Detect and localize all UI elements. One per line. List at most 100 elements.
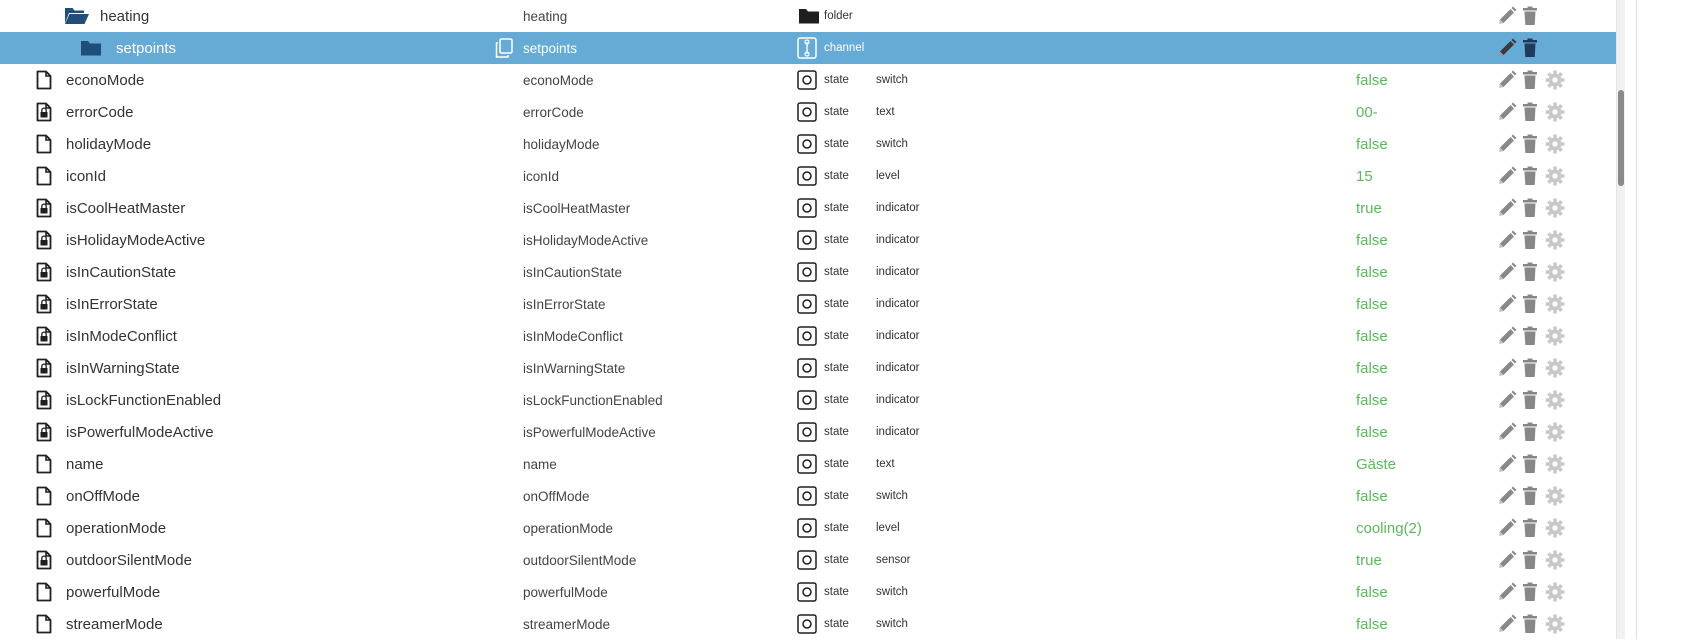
tree-row-name[interactable]: name name state text Gäste	[0, 448, 1616, 480]
tree-row-isPowerfulModeActive[interactable]: isPowerfulModeActive isPowerfulModeActive…	[0, 416, 1616, 448]
object-value[interactable]: false	[1356, 384, 1388, 416]
edit-icon[interactable]	[1497, 224, 1517, 256]
object-value[interactable]: false	[1356, 256, 1388, 288]
gear-icon[interactable]	[1545, 448, 1565, 480]
edit-icon[interactable]	[1497, 96, 1517, 128]
delete-icon[interactable]	[1522, 160, 1538, 192]
object-value[interactable]: false	[1356, 352, 1388, 384]
tree-row-holidayMode[interactable]: holidayMode holidayMode state switch false	[0, 128, 1616, 160]
tree-row-operationMode[interactable]: operationMode operationMode state level cool…	[0, 512, 1616, 544]
copy-icon[interactable]	[495, 32, 513, 64]
edit-icon[interactable]	[1497, 384, 1517, 416]
object-value[interactable]: 00-	[1356, 96, 1378, 128]
delete-icon[interactable]	[1522, 224, 1538, 256]
tree-row-setpoints[interactable]: setpoints setpoints channel	[0, 32, 1616, 64]
tree-row-streamerMode[interactable]: streamerMode streamerMode state switch false	[0, 608, 1616, 640]
object-value[interactable]: true	[1356, 544, 1382, 576]
delete-icon[interactable]	[1522, 192, 1538, 224]
tree-row-iconId[interactable]: iconId iconId state level 15	[0, 160, 1616, 192]
delete-icon[interactable]	[1522, 64, 1538, 96]
gear-icon[interactable]	[1545, 288, 1565, 320]
edit-icon[interactable]	[1497, 512, 1517, 544]
delete-icon[interactable]	[1522, 512, 1538, 544]
gear-icon[interactable]	[1545, 608, 1565, 640]
delete-icon[interactable]	[1522, 480, 1538, 512]
gear-icon[interactable]	[1545, 576, 1565, 608]
delete-icon[interactable]	[1522, 0, 1538, 32]
object-value[interactable]: false	[1356, 480, 1388, 512]
edit-icon[interactable]	[1497, 160, 1517, 192]
delete-icon[interactable]	[1522, 544, 1538, 576]
tree-row-errorCode[interactable]: errorCode errorCode state text 00-	[0, 96, 1616, 128]
tree-row-econoMode[interactable]: econoMode econoMode state switch false	[0, 64, 1616, 96]
edit-icon[interactable]	[1497, 128, 1517, 160]
scrollbar-thumb[interactable]	[1618, 90, 1624, 186]
gear-icon[interactable]	[1545, 416, 1565, 448]
edit-icon[interactable]	[1497, 480, 1517, 512]
object-value[interactable]: false	[1356, 608, 1388, 640]
gear-icon[interactable]	[1545, 384, 1565, 416]
gear-icon[interactable]	[1545, 160, 1565, 192]
gear-icon[interactable]	[1545, 192, 1565, 224]
object-value[interactable]: false	[1356, 288, 1388, 320]
delete-icon[interactable]	[1522, 256, 1538, 288]
object-value[interactable]: false	[1356, 320, 1388, 352]
gear-icon[interactable]	[1545, 64, 1565, 96]
gear-icon[interactable]	[1545, 480, 1565, 512]
edit-icon[interactable]	[1497, 320, 1517, 352]
object-value[interactable]: 15	[1356, 160, 1373, 192]
tree-row-isCoolHeatMaster[interactable]: isCoolHeatMaster isCoolHeatMaster state ind…	[0, 192, 1616, 224]
tree-row-outdoorSilentMode[interactable]: outdoorSilentMode outdoorSilentMode state s…	[0, 544, 1616, 576]
edit-icon[interactable]	[1497, 608, 1517, 640]
edit-icon[interactable]	[1497, 544, 1517, 576]
gear-icon[interactable]	[1545, 128, 1565, 160]
object-value[interactable]: false	[1356, 224, 1388, 256]
edit-icon[interactable]	[1497, 288, 1517, 320]
tree-row-isInErrorState[interactable]: isInErrorState isInErrorState state indicat…	[0, 288, 1616, 320]
gear-icon[interactable]	[1545, 224, 1565, 256]
edit-icon[interactable]	[1497, 352, 1517, 384]
gear-icon[interactable]	[1545, 352, 1565, 384]
file-lock-icon	[36, 96, 52, 128]
edit-icon[interactable]	[1497, 64, 1517, 96]
gear-icon[interactable]	[1545, 512, 1565, 544]
tree-row-isInModeConflict[interactable]: isInModeConflict isInModeConflict state ind…	[0, 320, 1616, 352]
delete-icon[interactable]	[1522, 416, 1538, 448]
edit-icon[interactable]	[1497, 0, 1517, 32]
delete-icon[interactable]	[1522, 608, 1538, 640]
edit-icon[interactable]	[1497, 256, 1517, 288]
delete-icon[interactable]	[1522, 352, 1538, 384]
delete-icon[interactable]	[1522, 96, 1538, 128]
tree-row-heating[interactable]: heating heating folder	[0, 0, 1616, 32]
object-value[interactable]: false	[1356, 64, 1388, 96]
delete-icon[interactable]	[1522, 448, 1538, 480]
delete-icon[interactable]	[1522, 288, 1538, 320]
object-value[interactable]: true	[1356, 192, 1382, 224]
edit-icon[interactable]	[1497, 416, 1517, 448]
gear-icon[interactable]	[1545, 256, 1565, 288]
tree-row-isLockFunctionEnabled[interactable]: isLockFunctionEnabled isLockFunctionEnabl…	[0, 384, 1616, 416]
object-value[interactable]: false	[1356, 128, 1388, 160]
edit-icon[interactable]	[1497, 192, 1517, 224]
edit-icon[interactable]	[1497, 576, 1517, 608]
delete-icon[interactable]	[1522, 128, 1538, 160]
tree-row-isInWarningState[interactable]: isInWarningState isInWarningState state ind…	[0, 352, 1616, 384]
gear-icon[interactable]	[1545, 320, 1565, 352]
delete-icon[interactable]	[1522, 384, 1538, 416]
vertical-scrollbar[interactable]	[1616, 0, 1625, 639]
delete-icon[interactable]	[1522, 32, 1538, 64]
tree-row-onOffMode[interactable]: onOffMode onOffMode state switch false	[0, 480, 1616, 512]
tree-row-powerfulMode[interactable]: powerfulMode powerfulMode state switch false	[0, 576, 1616, 608]
delete-icon[interactable]	[1522, 576, 1538, 608]
object-value[interactable]: false	[1356, 416, 1388, 448]
edit-icon[interactable]	[1497, 448, 1517, 480]
gear-icon[interactable]	[1545, 96, 1565, 128]
object-value[interactable]: cooling(2)	[1356, 512, 1422, 544]
delete-icon[interactable]	[1522, 320, 1538, 352]
tree-row-isHolidayModeActive[interactable]: isHolidayModeActive isHolidayModeActive st…	[0, 224, 1616, 256]
edit-icon[interactable]	[1497, 32, 1517, 64]
gear-icon[interactable]	[1545, 544, 1565, 576]
object-value[interactable]: Gäste	[1356, 448, 1396, 480]
tree-row-isInCautionState[interactable]: isInCautionState isInCautionState state ind…	[0, 256, 1616, 288]
object-value[interactable]: false	[1356, 576, 1388, 608]
